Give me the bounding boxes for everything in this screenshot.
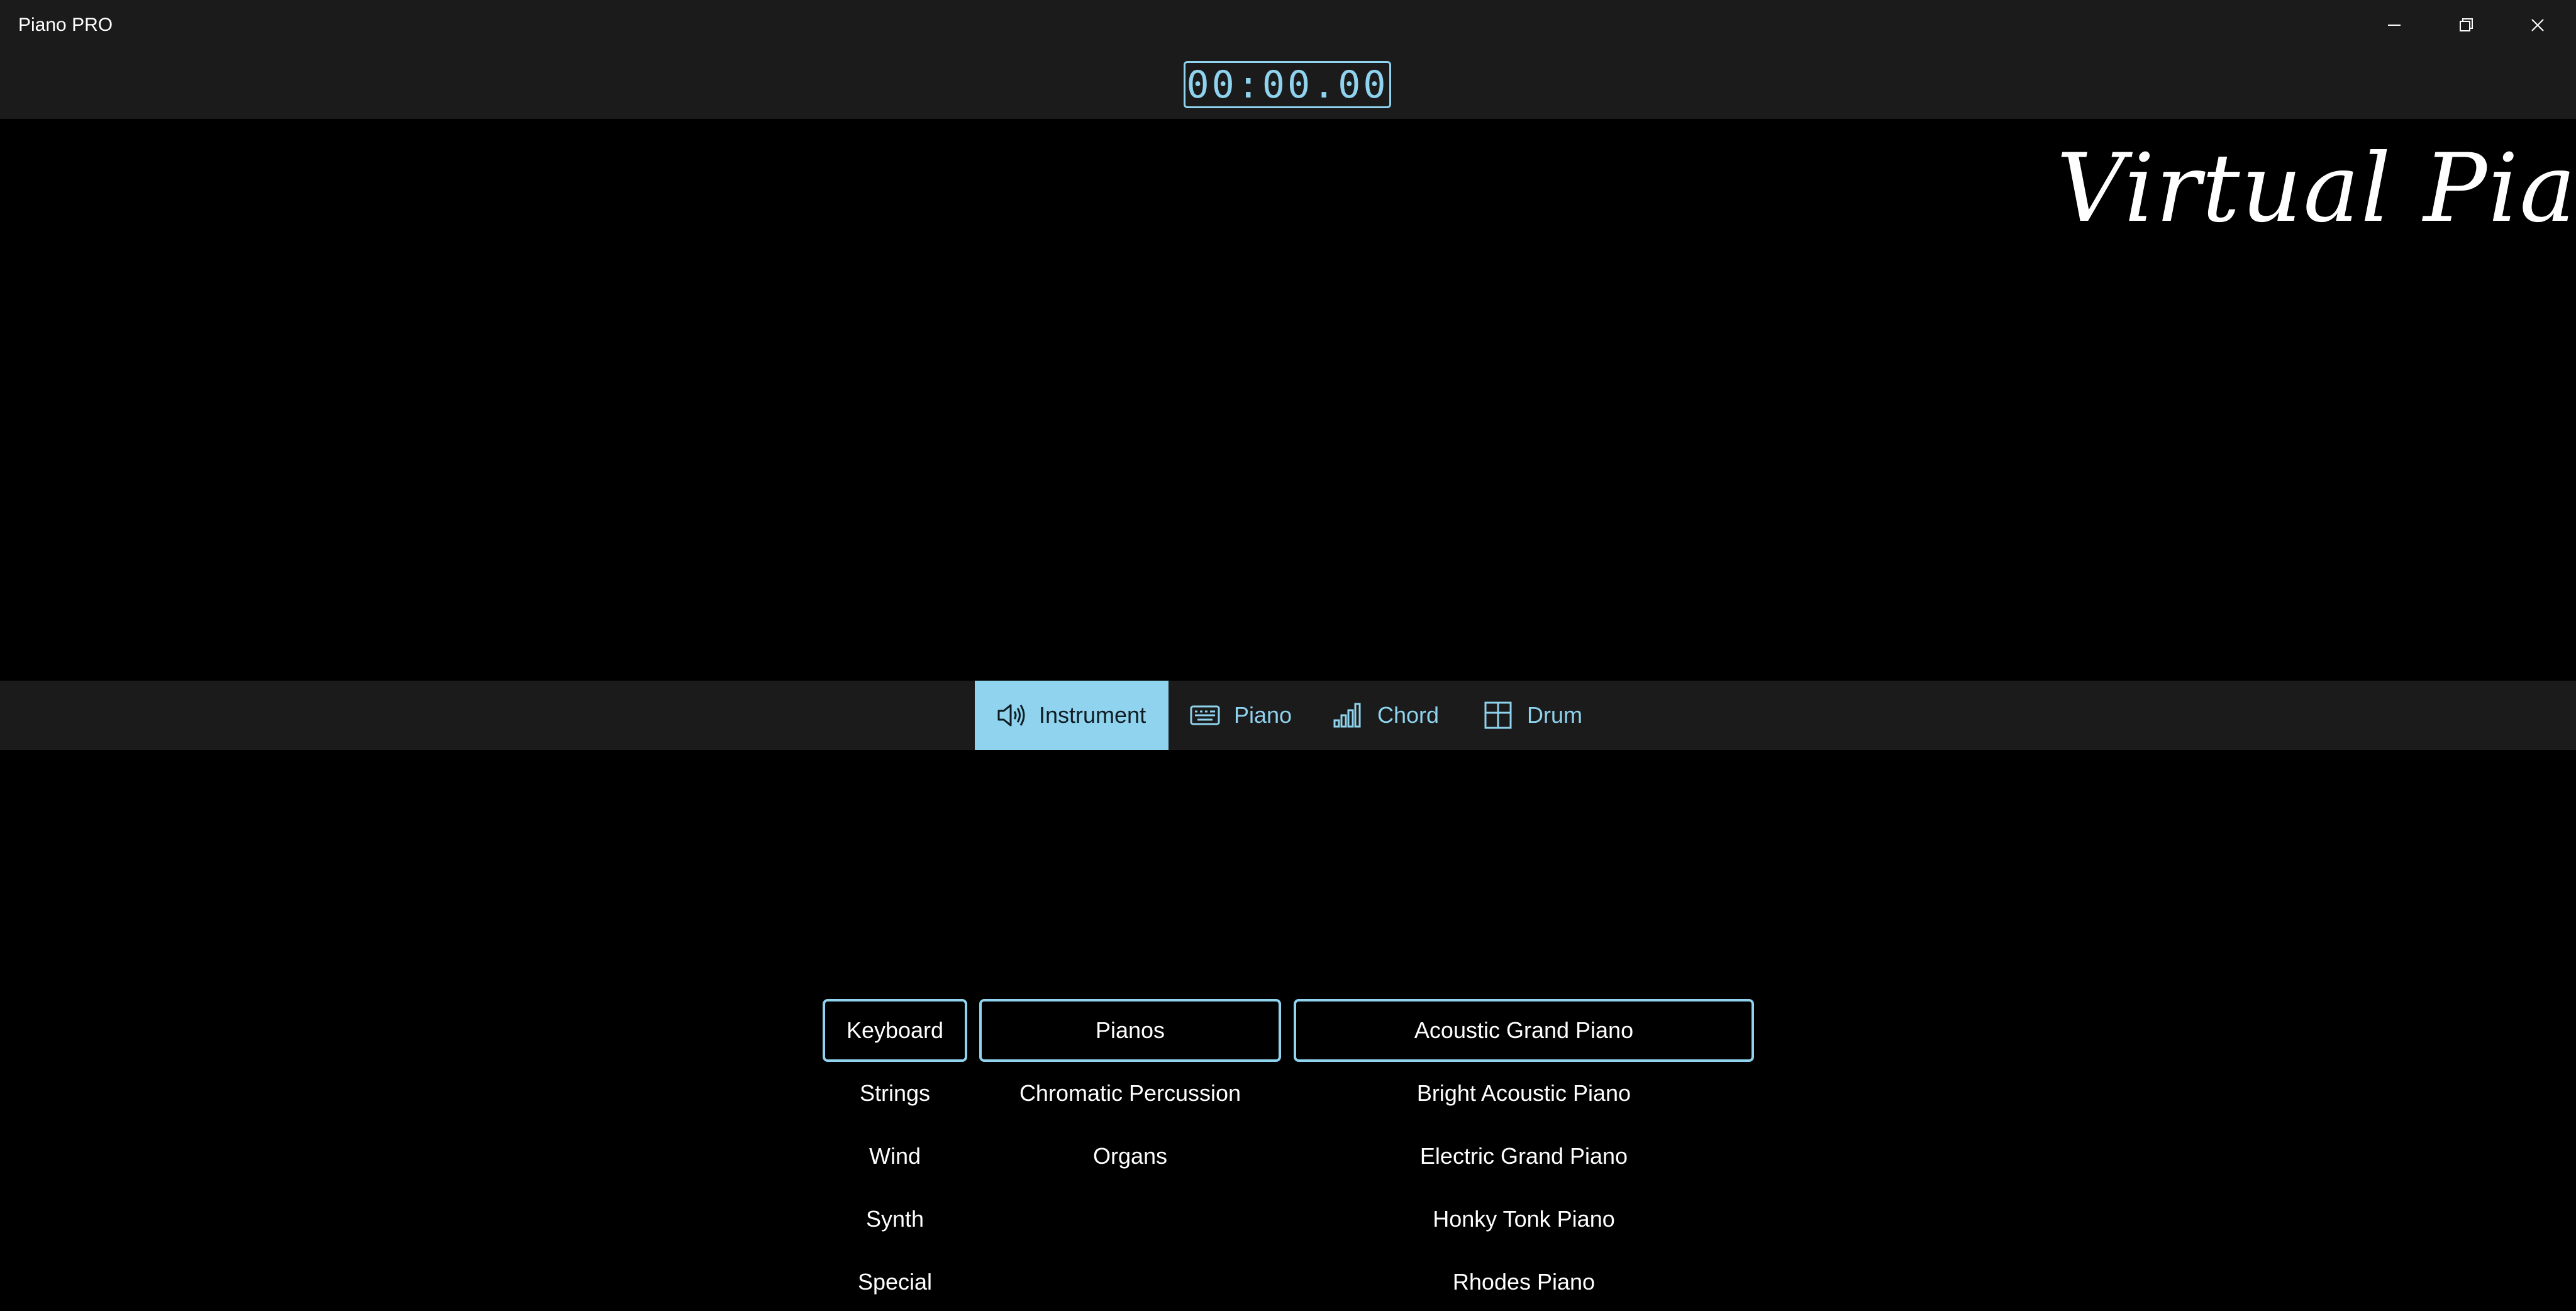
grid-icon bbox=[1484, 701, 1512, 729]
category-item-wind[interactable]: Wind bbox=[823, 1125, 967, 1188]
instrument-item-electric-grand-piano[interactable]: Electric Grand Piano bbox=[1294, 1125, 1754, 1188]
instrument-item-rhodes-piano[interactable]: Rhodes Piano bbox=[1294, 1251, 1754, 1311]
close-button[interactable] bbox=[2502, 0, 2573, 50]
category-item-strings[interactable]: Strings bbox=[823, 1062, 967, 1125]
tab-instrument[interactable]: Instrument bbox=[975, 681, 1169, 750]
category-item-special[interactable]: Special bbox=[823, 1251, 967, 1311]
speaker-icon bbox=[997, 704, 1025, 727]
minimize-icon bbox=[2388, 25, 2401, 26]
keyboard-icon bbox=[1190, 705, 1220, 725]
family-item-chromatic-percussion[interactable]: Chromatic Percussion bbox=[979, 1062, 1281, 1125]
restore-button[interactable] bbox=[2430, 0, 2502, 50]
title-bar: Piano PRO 00:00.00 bbox=[0, 0, 2576, 119]
category-item-keyboard[interactable]: Keyboard bbox=[823, 999, 967, 1062]
signal-bars-icon bbox=[1333, 703, 1361, 728]
app-window: Piano PRO 00:00.00 Virtual Piano bbox=[0, 0, 2576, 1311]
tab-drum[interactable]: Drum bbox=[1482, 681, 1589, 750]
tab-instrument-label: Instrument bbox=[1039, 702, 1146, 728]
instrument-item-bright-acoustic-piano[interactable]: Bright Acoustic Piano bbox=[1294, 1062, 1754, 1125]
restore-icon bbox=[2460, 18, 2473, 31]
instrument-item-acoustic-grand-piano[interactable]: Acoustic Grand Piano bbox=[1294, 999, 1754, 1062]
tab-piano[interactable]: Piano bbox=[1189, 681, 1302, 750]
family-item-pianos[interactable]: Pianos bbox=[979, 999, 1281, 1062]
app-title: Piano PRO bbox=[18, 14, 113, 35]
tab-bar: Instrument Piano Chord Drum bbox=[0, 681, 2576, 750]
family-item-organs[interactable]: Organs bbox=[979, 1125, 1281, 1188]
category-item-synth[interactable]: Synth bbox=[823, 1188, 967, 1251]
instrument-item-honky-tonk-piano[interactable]: Honky Tonk Piano bbox=[1294, 1188, 1754, 1251]
virtual-piano-logo: Virtual Piano bbox=[2057, 134, 2576, 243]
minimize-button[interactable] bbox=[2358, 0, 2430, 50]
tab-chord[interactable]: Chord bbox=[1332, 681, 1452, 750]
tab-piano-label: Piano bbox=[1234, 702, 1292, 728]
tab-chord-label: Chord bbox=[1377, 702, 1440, 728]
elapsed-timer: 00:00.00 bbox=[1184, 61, 1391, 108]
close-icon bbox=[2531, 19, 2544, 31]
tab-drum-label: Drum bbox=[1527, 702, 1582, 728]
